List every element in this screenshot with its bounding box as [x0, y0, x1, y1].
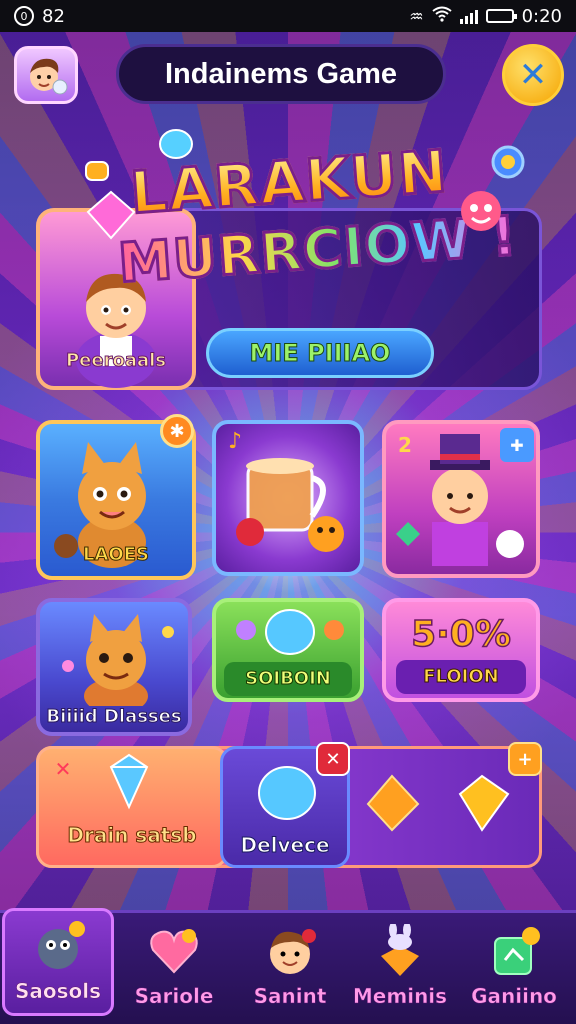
cat-character-icon — [62, 614, 174, 714]
close-x-icon: ✕ — [518, 55, 548, 95]
monster-face-icon — [461, 191, 501, 231]
close-x-icon[interactable]: ✕ — [316, 742, 350, 776]
heart-icon — [147, 924, 201, 978]
nav-label: Sanint — [253, 984, 327, 1009]
tile-label: SOIBOIN — [245, 668, 332, 690]
battery-icon — [485, 9, 517, 23]
page-title: Indainems Game — [116, 44, 446, 104]
player-avatar-button[interactable] — [14, 46, 78, 104]
player-avatar-icon — [30, 58, 68, 95]
nav-item-meminis[interactable]: Meminis — [344, 910, 456, 1018]
nav-item-ganiino[interactable]: Ganiino — [458, 910, 570, 1018]
music-note-icon: ♪ — [227, 428, 243, 454]
plus-sparkle-icon: ✚ — [500, 428, 534, 462]
bubble-gem-icon — [236, 609, 344, 655]
tile-label: Drain satsb — [67, 823, 197, 848]
number-badge-icon: 2 — [398, 433, 412, 457]
wifi-icon — [431, 6, 452, 26]
circle-zero-icon: 0 — [14, 6, 34, 26]
hero-card-label: Peeroaals — [65, 350, 167, 372]
gold-gem-icon — [458, 774, 510, 832]
status-time: 0:20 — [521, 5, 562, 27]
nav-item-saosols[interactable]: Saosols — [2, 908, 114, 1016]
bird-character-icon — [31, 919, 85, 973]
orange-slice-icon: ✱ — [160, 414, 194, 448]
bonus-percent: 5·0% — [410, 613, 511, 656]
vibrate-icon: ♒ — [409, 6, 424, 26]
bunny-carrot-icon — [373, 924, 427, 978]
coin-icon — [491, 145, 525, 179]
tile-bonus-game[interactable]: 5·0% FLOION — [382, 598, 540, 702]
pink-gem-icon — [86, 190, 136, 240]
orange-carrot-icon — [366, 774, 420, 832]
plus-icon[interactable]: + — [508, 742, 542, 776]
tile-label: Delvece — [240, 833, 330, 858]
candy-icon — [85, 161, 109, 181]
status-left-text: 82 — [42, 5, 65, 27]
nav-label: Saosols — [14, 979, 102, 1004]
green-gem-icon — [487, 924, 541, 978]
tile-bubble-game[interactable]: SOIBOIN — [212, 598, 364, 702]
close-button[interactable]: ✕ — [502, 44, 564, 106]
tile-label: FLOION — [423, 666, 500, 688]
close-x-icon[interactable]: ✕ — [46, 752, 80, 786]
tile-cat-game[interactable]: Biiiid Dlasses — [36, 598, 192, 736]
tile-label: Biiiid Dlasses — [46, 706, 182, 728]
nav-item-sanint[interactable]: Sanint — [234, 910, 346, 1018]
nav-label: Meminis — [352, 984, 448, 1009]
status-bar: 0 82 ♒ 0:20 — [0, 0, 576, 32]
tile-label: LAOES — [83, 544, 150, 566]
nav-item-sariole[interactable]: Sariole — [118, 910, 230, 1018]
blue-gem-icon — [159, 129, 193, 159]
signal-icon — [459, 8, 478, 24]
boy-face-icon — [263, 924, 317, 978]
nav-label: Ganiino — [471, 984, 557, 1009]
play-button[interactable]: MIE PIIIAO — [206, 328, 434, 378]
nav-label: Sariole — [134, 984, 214, 1009]
